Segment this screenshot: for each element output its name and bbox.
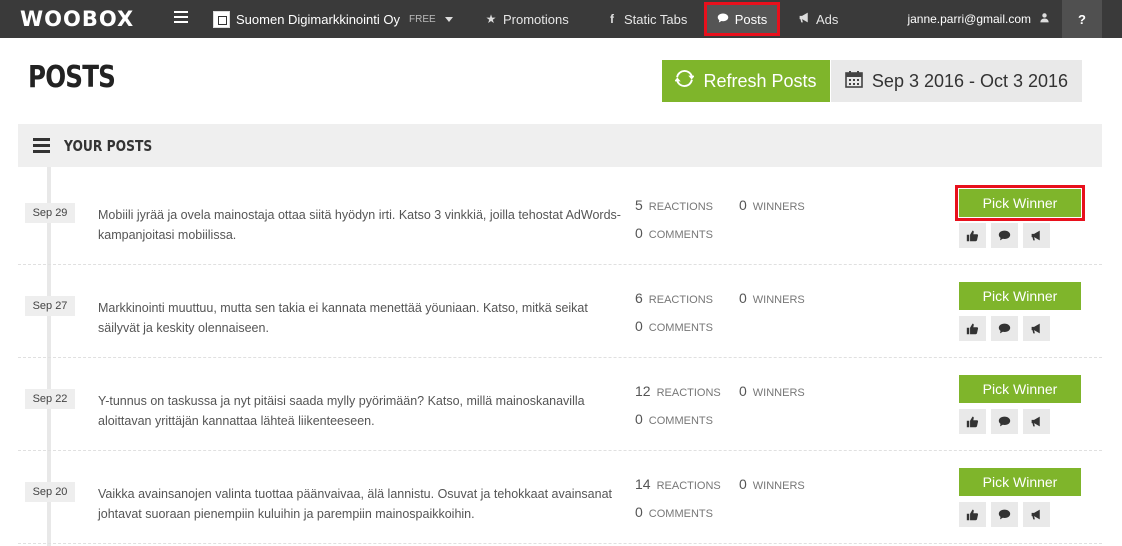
reactions-filter-button[interactable] [959,223,986,248]
comments-filter-button[interactable] [991,502,1018,527]
nav-item-label: Posts [734,11,768,27]
nav-item-label: Static Tabs [624,11,688,27]
refresh-icon [674,69,696,93]
comments-filter-button[interactable] [991,316,1018,341]
comment-icon [998,416,1011,427]
megaphone-icon [798,11,810,27]
thumbs-up-icon [966,230,979,242]
pick-winner-wrap: Pick Winner [955,464,1085,500]
user-email: janne.parri@gmail.com [907,12,1031,26]
thumbs-up-icon [966,323,979,335]
page-plan-badge: FREE [409,13,436,25]
comment-icon [998,230,1011,241]
winners-stat: 0 WINNERS [739,383,805,399]
post-action-icons [959,409,1050,434]
date-range-picker[interactable]: Sep 3 2016 - Oct 3 2016 [831,60,1082,102]
megaphone-icon [1031,323,1040,334]
comments-stat: 0 COMMENTS [635,318,713,334]
reactions-filter-button[interactable] [959,316,986,341]
nav-item-label: Promotions [503,11,569,27]
post-action-icons [959,316,1050,341]
refresh-posts-label: Refresh Posts [703,70,817,91]
comment-icon [998,323,1011,334]
refresh-posts-button[interactable]: Refresh Posts [662,60,830,102]
post-row: Sep 22 Y-tunnus on taskussa ja nyt pitäi… [18,358,1102,451]
megaphone-icon [1031,509,1040,520]
post-row: Sep 20 Vaikka avainsanojen valinta tuott… [18,451,1102,544]
post-text[interactable]: Mobiili jyrää ja ovela mainostaja ottaa … [98,205,628,245]
announce-button[interactable] [1023,223,1050,248]
post-text[interactable]: Vaikka avainsanojen valinta tuottaa pään… [98,484,628,524]
pick-winner-wrap: Pick Winner [955,278,1085,314]
winners-stat: 0 WINNERS [739,197,805,213]
date-range-label: Sep 3 2016 - Oct 3 2016 [871,70,1069,91]
user-icon [1039,12,1050,26]
thumbs-up-icon [966,509,979,521]
nav-item-promotions[interactable]: ★ Promotions [485,0,569,38]
top-navbar: WOOBOX Suomen Digimarkkinointi Oy FREE ★… [0,0,1122,38]
section-title: YOUR POSTS [64,136,153,155]
your-posts-header: YOUR POSTS [18,124,1102,167]
post-text[interactable]: Y-tunnus on taskussa ja nyt pitäisi saad… [98,391,628,431]
page-title: POSTS [28,60,116,95]
post-date: Sep 29 [25,203,75,223]
comment-icon [998,509,1011,520]
reactions-stat: 14 REACTIONS [635,476,721,492]
nav-item-static-tabs[interactable]: f Static Tabs [606,0,687,38]
reactions-stat: 12 REACTIONS [635,383,721,399]
facebook-icon: f [610,12,614,26]
comments-filter-button[interactable] [991,223,1018,248]
pick-winner-wrap: Pick Winner [955,371,1085,407]
announce-button[interactable] [1023,316,1050,341]
reactions-filter-button[interactable] [959,502,986,527]
post-row: Sep 27 Markkinointi muuttuu, mutta sen t… [18,265,1102,358]
calendar-icon [845,70,863,93]
pick-winner-button[interactable]: Pick Winner [959,282,1081,310]
post-text[interactable]: Markkinointi muuttuu, mutta sen takia ei… [98,298,628,338]
megaphone-icon [1031,230,1040,241]
comments-stat: 0 COMMENTS [635,411,713,427]
post-date: Sep 22 [25,389,75,409]
reactions-filter-button[interactable] [959,409,986,434]
post-date: Sep 27 [25,296,75,316]
page-name: Suomen Digimarkkinointi Oy [236,11,401,27]
winners-stat: 0 WINNERS [739,476,805,492]
user-menu[interactable]: janne.parri@gmail.com [907,0,1050,38]
winners-stat: 0 WINNERS [739,290,805,306]
pick-winner-button[interactable]: Pick Winner [959,375,1081,403]
comments-filter-button[interactable] [991,409,1018,434]
page-selector[interactable]: Suomen Digimarkkinointi Oy FREE [213,0,453,38]
announce-button[interactable] [1023,502,1050,527]
post-row: Sep 29 Mobiili jyrää ja ovela mainostaja… [18,172,1102,265]
reactions-stat: 6 REACTIONS [635,290,713,306]
woobox-logo[interactable]: WOOBOX [20,7,134,31]
announce-button[interactable] [1023,409,1050,434]
pick-winner-button[interactable]: Pick Winner [959,189,1081,217]
post-action-icons [959,502,1050,527]
chevron-down-icon [444,16,453,22]
nav-item-label: Ads [816,11,839,27]
post-date: Sep 20 [25,482,75,502]
post-action-icons [959,223,1050,248]
nav-item-posts[interactable]: Posts [704,2,780,36]
list-icon [33,138,50,153]
page-avatar [213,10,230,28]
comments-stat: 0 COMMENTS [635,225,713,241]
pick-winner-button[interactable]: Pick Winner [959,468,1081,496]
comments-stat: 0 COMMENTS [635,504,713,520]
star-icon: ★ [485,12,497,26]
nav-item-ads[interactable]: Ads [798,0,838,38]
megaphone-icon [1031,416,1040,427]
reactions-stat: 5 REACTIONS [635,197,713,213]
help-button[interactable]: ? [1062,0,1102,38]
thumbs-up-icon [966,416,979,428]
comment-icon [717,12,729,27]
hamburger-menu-icon[interactable] [174,11,188,25]
pick-winner-highlight: Pick Winner [955,185,1085,221]
